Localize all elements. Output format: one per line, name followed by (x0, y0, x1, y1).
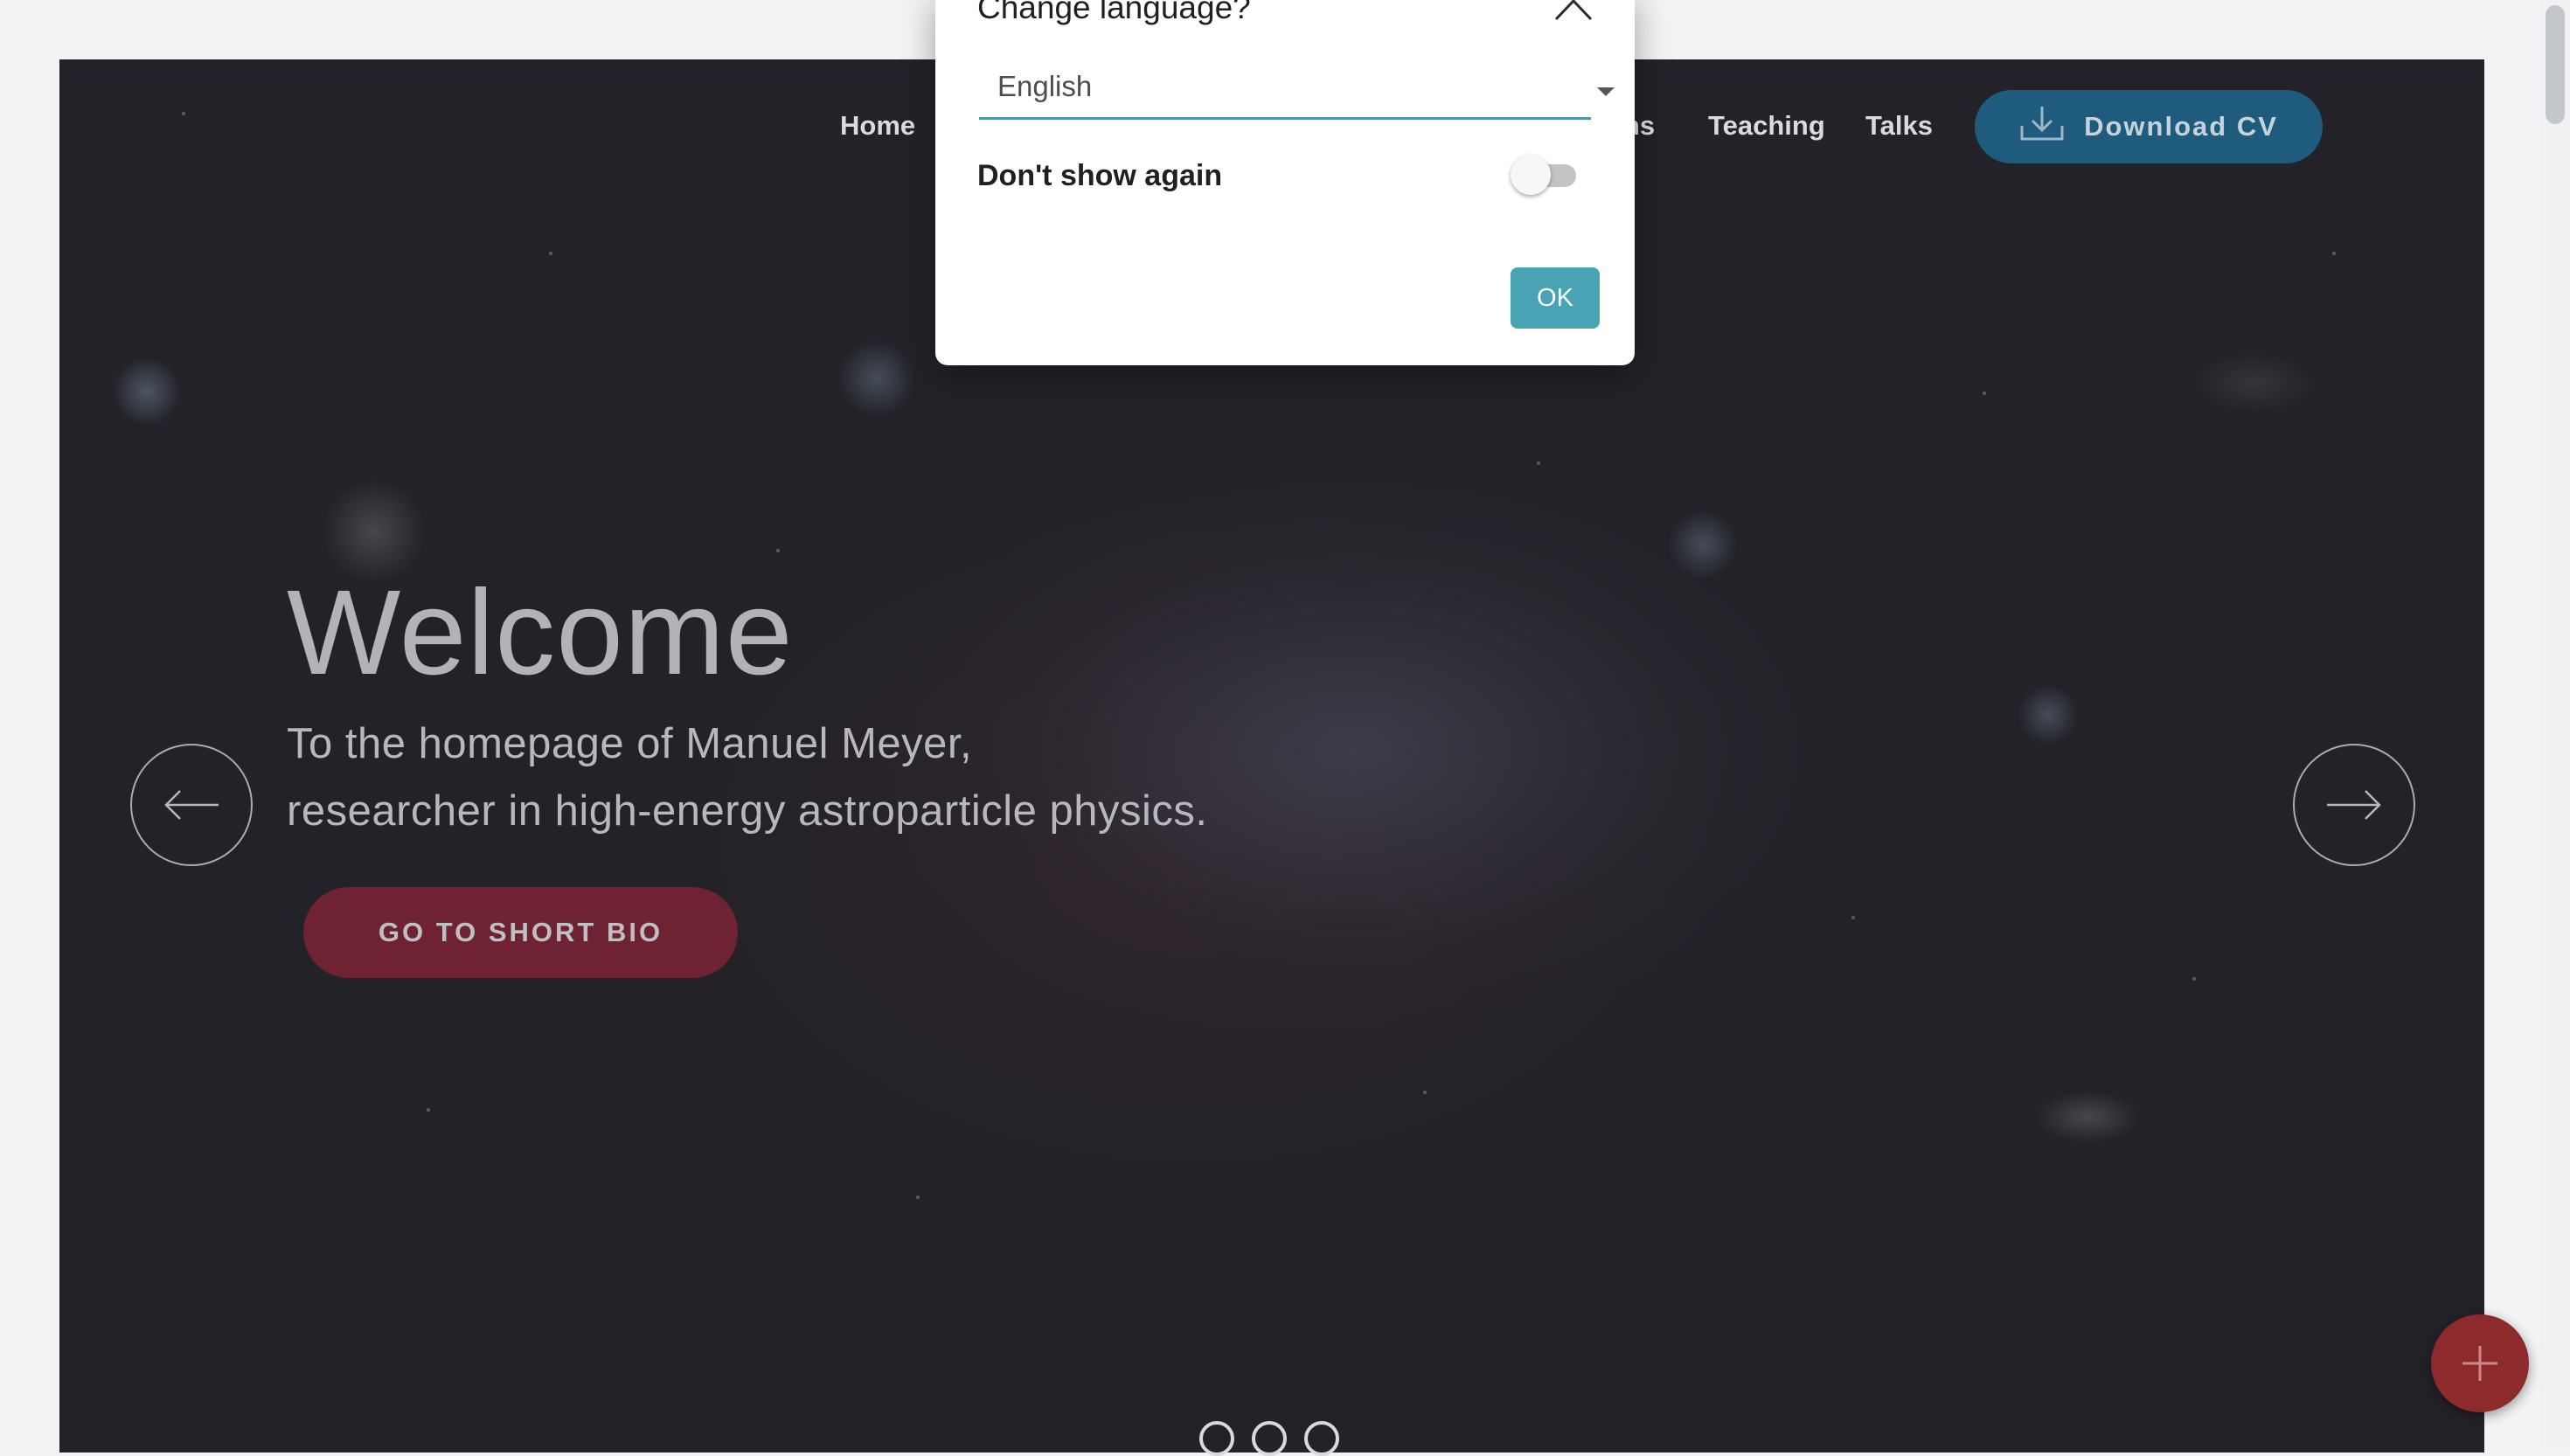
carousel-dot-3[interactable] (1304, 1421, 1339, 1456)
arrow-left-icon (164, 790, 219, 820)
chevron-up-icon (1554, 0, 1593, 21)
language-select[interactable]: English (979, 56, 1615, 120)
ok-button[interactable]: OK (1511, 267, 1600, 329)
download-cv-button[interactable]: Download CV (1975, 90, 2323, 163)
carousel-prev-button[interactable] (130, 744, 253, 866)
page-scrollbar[interactable] (2540, 0, 2570, 1453)
language-select-value: English (997, 70, 1093, 102)
short-bio-button[interactable]: GO TO SHORT BIO (303, 887, 738, 978)
carousel-dot-2[interactable] (1252, 1421, 1287, 1456)
nav-teaching[interactable]: Teaching (1708, 110, 1825, 142)
dont-show-label: Don't show again (977, 159, 1223, 192)
hero-subtitle-line-1: To the homepage of Manuel Meyer, (287, 720, 973, 767)
floating-action-button[interactable] (2431, 1314, 2529, 1412)
dialog-close-button[interactable] (1549, 0, 1598, 26)
nav-talks[interactable]: Talks (1865, 110, 1933, 142)
dialog-title: Change language? (977, 0, 1251, 25)
plus-icon (2462, 1346, 2497, 1381)
scrollbar-thumb[interactable] (2546, 5, 2565, 124)
hero-subtitle-line-2: researcher in high-energy astroparticle … (287, 787, 1208, 835)
carousel-next-button[interactable] (2293, 744, 2415, 866)
download-icon (2019, 105, 2065, 149)
caret-down-icon (1597, 87, 1615, 96)
download-cv-label: Download CV (2084, 111, 2278, 142)
language-dialog: Change language? English Don't show agai… (935, 0, 1635, 365)
hero-title: Welcome (287, 565, 794, 700)
nav-home[interactable]: Home (840, 110, 915, 142)
carousel-dot-1[interactable] (1199, 1421, 1234, 1456)
arrow-right-icon (2327, 790, 2381, 820)
toggle-knob[interactable] (1511, 155, 1551, 195)
